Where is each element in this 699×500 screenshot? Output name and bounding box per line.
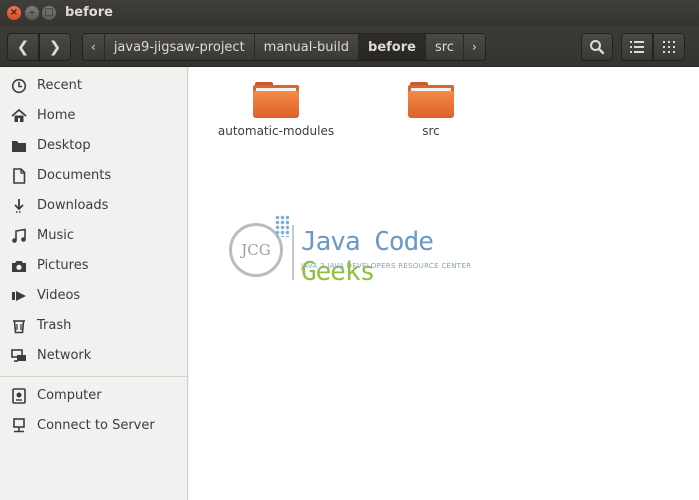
download-icon [10,197,28,215]
list-view-icon [630,41,644,53]
watermark-subtitle: JAVA 2 JAVA DEVELOPERS RESOURCE CENTER [301,262,472,270]
sidebar-item-connect-to-server[interactable]: Connect to Server [0,413,187,439]
sidebar-item-label: Desktop [37,138,91,153]
folder-icon [253,82,299,118]
list-view-button[interactable] [621,33,653,61]
sidebar-item-label: Videos [37,288,81,303]
sidebar-item-network[interactable]: Network [0,343,187,369]
sidebar-item-label: Trash [37,318,72,333]
sidebar-item-label: Music [37,228,74,243]
folder-item[interactable]: automatic-modules [211,82,341,138]
logo-dots [275,215,289,237]
sidebar-item-label: Documents [37,168,112,183]
sidebar-item-pictures[interactable]: Pictures [0,253,187,279]
sidebar-item-desktop[interactable]: Desktop [0,133,187,159]
watermark-title: Java Code Geeks [301,227,479,287]
maximize-window-button[interactable]: □ [42,6,56,20]
camera-icon [10,257,28,275]
breadcrumb-manual-build[interactable]: manual-build [254,34,360,60]
close-window-button[interactable]: × [7,6,21,20]
file-view[interactable]: automatic-modules src JCG Java Code Geek… [189,67,699,500]
grid-view-button[interactable] [653,33,685,61]
watermark-logo: JCG Java Code Geeks JAVA 2 JAVA DEVELOPE… [229,215,479,287]
sidebar-item-label: Network [37,348,92,363]
title-bar: × – □ before [0,0,699,27]
sidebar-item-home[interactable]: Home [0,103,187,129]
sidebar-item-videos[interactable]: Videos [0,283,187,309]
folder-item[interactable]: src [366,82,496,138]
breadcrumb: ‹ java9-jigsaw-project manual-build befo… [82,33,486,61]
sidebar-item-recent[interactable]: Recent [0,73,187,99]
document-icon [10,167,28,185]
chevron-right-icon: ❯ [48,38,62,56]
grid-view-icon [663,41,675,53]
sidebar-item-label: Pictures [37,258,89,273]
sidebar-item-label: Connect to Server [37,418,155,433]
desktop-folder-icon [10,137,28,155]
breadcrumb-scroll-right[interactable]: › [463,34,485,60]
sidebar: Recent Home Desktop Documents Downloads … [0,67,188,500]
trash-icon [10,317,28,335]
minimize-window-button[interactable]: – [25,6,39,20]
folder-name: src [422,124,440,138]
video-icon [10,287,28,305]
sidebar-item-music[interactable]: Music [0,223,187,249]
watermark-title-java: Java Code [301,227,434,257]
breadcrumb-scroll-left[interactable]: ‹ [83,34,105,60]
toolbar: ❮ ❯ ‹ java9-jigsaw-project manual-build … [0,27,699,67]
sidebar-item-trash[interactable]: Trash [0,313,187,339]
back-button[interactable]: ❮ [7,33,39,61]
clock-icon [10,77,28,95]
sidebar-item-label: Downloads [37,198,109,213]
sidebar-item-label: Computer [37,388,102,403]
sidebar-divider [0,376,187,377]
sidebar-item-documents[interactable]: Documents [0,163,187,189]
server-icon [10,417,28,435]
breadcrumb-java9-jigsaw-project[interactable]: java9-jigsaw-project [104,34,255,60]
window-title: before [65,5,113,20]
chevron-left-icon: ❮ [16,38,30,56]
network-icon [10,347,28,365]
sidebar-item-computer[interactable]: Computer [0,383,187,409]
sidebar-item-label: Home [37,108,76,123]
breadcrumb-src[interactable]: src [425,34,464,60]
folder-icon [408,82,454,118]
breadcrumb-before[interactable]: before [359,34,426,60]
music-icon [10,227,28,245]
logo-divider [292,225,294,280]
folder-name: automatic-modules [217,124,335,138]
sidebar-item-label: Recent [37,78,82,93]
computer-icon [10,387,28,405]
search-button[interactable] [581,33,613,61]
sidebar-item-downloads[interactable]: Downloads [0,193,187,219]
forward-button[interactable]: ❯ [39,33,71,61]
home-icon [10,107,28,125]
search-icon [590,40,605,55]
